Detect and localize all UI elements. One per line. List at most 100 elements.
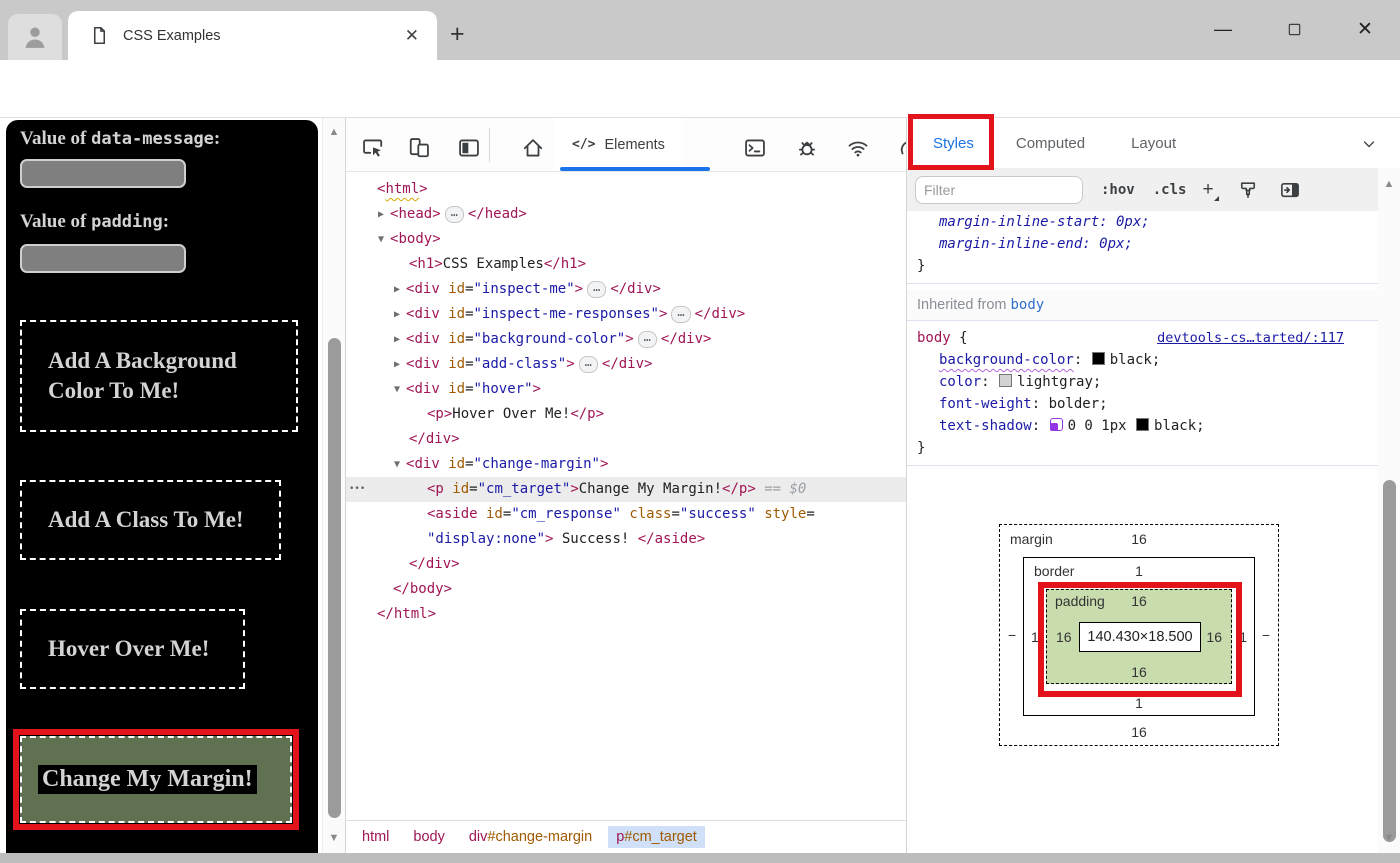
styles-rules: margin-inline-start: 0px; margin-inline-…	[907, 211, 1378, 853]
inspect-element-icon[interactable]	[362, 137, 384, 159]
css-declaration[interactable]: color: lightgray;	[907, 371, 1378, 393]
breadcrumb-body[interactable]: body	[405, 826, 452, 848]
avatar-icon	[25, 27, 45, 48]
devtools-panel: </> Elements +	[345, 114, 1400, 853]
rule-divider	[907, 320, 1378, 321]
border-bottom-value[interactable]: 1	[1135, 695, 1143, 711]
padding-input[interactable]	[20, 244, 186, 273]
css-declaration[interactable]: margin-inline-end: 0px;	[907, 233, 1378, 255]
toggle-class-button[interactable]: .cls	[1153, 182, 1187, 198]
red-callout-styles-tab	[908, 114, 994, 170]
hover-over-me-box[interactable]: Hover Over Me!	[20, 609, 245, 689]
add-class-box[interactable]: Add A Class To Me!	[20, 480, 281, 560]
dom-tree: <html> ▶ <head>… </head> ▼ <body> <h1>CSS…	[346, 172, 906, 820]
tree-row[interactable]: ▶ <div id="inspect-me">… </div>	[346, 277, 906, 302]
chevron-down-icon[interactable]	[1361, 136, 1377, 152]
tree-row[interactable]: <html>	[346, 177, 906, 202]
tree-row[interactable]: <aside id="cm_response" class="success" …	[346, 502, 906, 527]
tree-row[interactable]: <h1>CSS Examples</h1>	[346, 252, 906, 277]
tree-row-selected[interactable]: ••• <p id="cm_target">Change My Margin!<…	[346, 477, 906, 502]
tree-row[interactable]: ▶ <div id="background-color">… </div>	[346, 327, 906, 352]
browser-navbar: https://microsoftedge.github.io/Demos/de…	[0, 60, 1400, 174]
margin-right-value[interactable]: −	[1261, 627, 1270, 643]
device-emulation-icon[interactable]	[408, 137, 430, 159]
titlebar: CSS Examples ✕ + — ✕	[0, 0, 1400, 60]
scroll-up-icon[interactable]: ▲	[1382, 178, 1396, 190]
breadcrumb-html[interactable]: html	[354, 826, 397, 848]
breadcrumb-div-change-margin[interactable]: div#change-margin	[461, 826, 600, 848]
rule-divider	[907, 283, 1378, 284]
profile-button[interactable]	[8, 14, 62, 60]
css-declaration[interactable]: margin-inline-start: 0px;	[907, 211, 1378, 233]
margin-top-value[interactable]: 16	[1131, 531, 1147, 547]
inherited-body-link[interactable]: body	[1011, 297, 1045, 313]
new-style-rule-button[interactable]: +	[1202, 179, 1219, 201]
home-icon[interactable]	[522, 137, 544, 159]
css-declaration[interactable]: background-color: black;	[907, 349, 1378, 371]
format-painter-icon[interactable]	[1238, 180, 1258, 200]
tree-row[interactable]: ▼ <div id="change-margin">	[346, 452, 906, 477]
tree-row[interactable]: </html>	[346, 602, 906, 627]
row-gutter-dots[interactable]: •••	[349, 477, 365, 502]
rule-divider	[907, 465, 1378, 466]
data-message-label: Value of data-message:	[20, 128, 221, 149]
scroll-up-icon[interactable]: ▲	[327, 126, 341, 138]
tree-row[interactable]: ▼ <div id="hover">	[346, 377, 906, 402]
tree-row[interactable]: </body>	[346, 577, 906, 602]
css-rule-close: }	[917, 258, 926, 274]
styles-filter-input[interactable]	[915, 175, 1083, 204]
tab-layout[interactable]: Layout	[1117, 135, 1190, 152]
css-declaration[interactable]: text-shadow: 0 0 1px black;	[907, 415, 1378, 437]
active-tab-underline	[560, 167, 710, 171]
inherited-from-header: Inherited from body	[907, 290, 1378, 320]
tab-elements[interactable]: </> Elements	[554, 118, 683, 171]
tree-row[interactable]: </div>	[346, 552, 906, 577]
styles-scrollbar[interactable]: ▲ ▼	[1378, 168, 1400, 853]
breadcrumb-p-cm-target[interactable]: p#cm_target	[608, 826, 705, 848]
window-maximize-button[interactable]	[1279, 14, 1309, 44]
console-icon[interactable]	[744, 137, 766, 159]
window-minimize-button[interactable]: —	[1208, 14, 1238, 44]
tab-computed[interactable]: Computed	[1002, 135, 1099, 152]
css-rule-close: }	[917, 440, 926, 456]
tab-title: CSS Examples	[123, 27, 221, 44]
styles-scrollbar-thumb[interactable]	[1383, 480, 1396, 842]
scroll-down-icon[interactable]: ▼	[327, 832, 341, 844]
tree-row[interactable]: ▶ <div id="add-class">… </div>	[346, 352, 906, 377]
network-wifi-icon[interactable]	[847, 137, 869, 159]
dom-breadcrumb: html body div#change-margin p#cm_target	[346, 820, 906, 853]
webpage-viewport: Value of data-message: Value of padding:…	[0, 118, 345, 863]
toggle-hover-state-button[interactable]: :hov	[1101, 182, 1135, 198]
css-selector[interactable]: devtools-cs…tarted/:117 body {	[907, 327, 1378, 349]
new-tab-button[interactable]: +	[450, 22, 465, 47]
red-callout-padding	[1038, 582, 1242, 697]
tree-row[interactable]: ▼ <body>	[346, 227, 906, 252]
add-background-color-box[interactable]: Add A Background Color To Me!	[20, 320, 298, 432]
tree-row[interactable]: ▶ <div id="inspect-me-responses">… </div>	[346, 302, 906, 327]
stylesheet-source-link[interactable]: devtools-cs…tarted/:117	[1157, 327, 1344, 349]
browser-tab[interactable]: CSS Examples ✕	[68, 11, 437, 60]
page-scrollbar-thumb[interactable]	[328, 338, 341, 818]
toolbar-separator	[489, 128, 490, 162]
tree-row[interactable]: </div>	[346, 427, 906, 452]
debugger-bug-icon[interactable]	[796, 137, 818, 159]
window-bottom-edge	[0, 853, 1400, 863]
red-callout-change-margin	[13, 729, 299, 830]
sidebar-forward-icon[interactable]	[1280, 180, 1300, 200]
window-close-button[interactable]: ✕	[1350, 14, 1380, 44]
tree-row[interactable]: "display:none"> Success! </aside>	[346, 527, 906, 552]
css-declaration[interactable]: font-weight: bolder;	[907, 393, 1378, 415]
page-scrollbar[interactable]: ▲ ▼	[322, 118, 345, 853]
tab-close-icon[interactable]: ✕	[405, 26, 419, 46]
data-message-input[interactable]	[20, 159, 186, 188]
margin-bottom-value[interactable]: 16	[1131, 724, 1147, 740]
code-brackets-icon: </>	[572, 137, 596, 152]
dock-side-icon[interactable]	[458, 137, 480, 159]
tree-row[interactable]: ▶ <head>… </head>	[346, 202, 906, 227]
margin-left-value[interactable]: −	[1008, 627, 1017, 643]
scroll-down-icon[interactable]: ▼	[1382, 832, 1396, 844]
page-icon	[93, 27, 106, 44]
tree-row[interactable]: <p>Hover Over Me!</p>	[346, 402, 906, 427]
border-top-value[interactable]: 1	[1135, 563, 1143, 579]
padding-label: Value of padding:	[20, 211, 170, 232]
